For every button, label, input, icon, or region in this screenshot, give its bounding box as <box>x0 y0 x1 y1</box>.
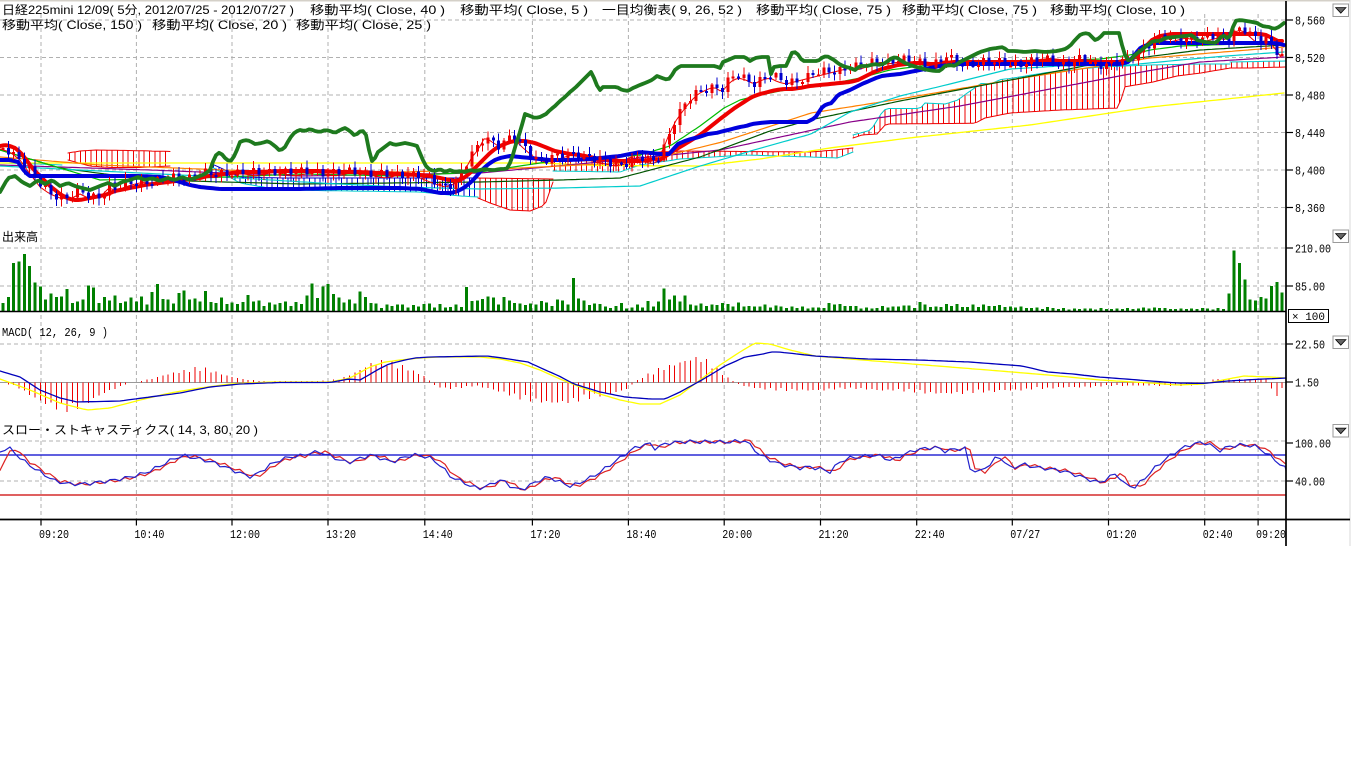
svg-text:18:40: 18:40 <box>626 528 656 542</box>
svg-text:8,520: 8,520 <box>1295 52 1325 66</box>
svg-text:移動平均( Close, 40 ): 移動平均( Close, 40 ) <box>310 3 445 17</box>
svg-text:移動平均( Close, 10 ): 移動平均( Close, 10 ) <box>1050 3 1185 17</box>
svg-text:10:40: 10:40 <box>134 528 164 542</box>
svg-text:07/27: 07/27 <box>1010 528 1040 542</box>
svg-text:移動平均( Close, 5 ): 移動平均( Close, 5 ) <box>460 3 588 17</box>
svg-text:8,400: 8,400 <box>1295 165 1325 179</box>
svg-text:02:40: 02:40 <box>1203 528 1233 542</box>
svg-text:MACD( 12, 26, 9 ): MACD( 12, 26, 9 ) <box>2 326 108 340</box>
svg-text:出来高: 出来高 <box>2 229 38 244</box>
svg-text:移動平均( Close, 25 ): 移動平均( Close, 25 ) <box>296 18 431 32</box>
svg-text:× 100: × 100 <box>1292 312 1325 324</box>
svg-text:85.00: 85.00 <box>1295 281 1325 295</box>
svg-text:スロー・ストキャスティクス( 14, 3, 80, 20 ): スロー・ストキャスティクス( 14, 3, 80, 20 ) <box>2 423 258 437</box>
svg-text:移動平均( Close, 75 ): 移動平均( Close, 75 ) <box>756 3 891 17</box>
svg-text:8,480: 8,480 <box>1295 90 1325 104</box>
svg-text:14:40: 14:40 <box>423 528 453 542</box>
svg-text:22:40: 22:40 <box>915 528 945 542</box>
svg-text:210.00: 210.00 <box>1295 243 1331 257</box>
svg-text:100.00: 100.00 <box>1295 438 1331 452</box>
svg-text:21:20: 21:20 <box>819 528 849 542</box>
svg-text:12:00: 12:00 <box>230 528 260 542</box>
svg-text:8,360: 8,360 <box>1295 202 1325 216</box>
svg-text:20:00: 20:00 <box>722 528 752 542</box>
svg-text:移動平均( Close, 75 ): 移動平均( Close, 75 ) <box>902 3 1037 17</box>
svg-text:日経225mini 12/09( 5分, 2012/07/2: 日経225mini 12/09( 5分, 2012/07/25 - 2012/0… <box>2 3 294 17</box>
svg-text:1.50: 1.50 <box>1295 377 1319 391</box>
svg-text:09:20: 09:20 <box>39 528 69 542</box>
svg-text:移動平均( Close, 20 ): 移動平均( Close, 20 ) <box>152 18 287 32</box>
svg-text:移動平均( Close, 150 ): 移動平均( Close, 150 ) <box>2 18 142 32</box>
svg-text:01:20: 01:20 <box>1107 528 1137 542</box>
svg-text:13:20: 13:20 <box>326 528 356 542</box>
svg-text:40.00: 40.00 <box>1295 476 1325 490</box>
svg-text:8,560: 8,560 <box>1295 15 1325 29</box>
svg-text:22.50: 22.50 <box>1295 339 1325 353</box>
svg-text:8,440: 8,440 <box>1295 127 1325 141</box>
svg-text:17:20: 17:20 <box>530 528 560 542</box>
svg-text:09:20: 09:20 <box>1256 528 1286 542</box>
svg-text:一目均衡表( 9, 26, 52 ): 一目均衡表( 9, 26, 52 ) <box>602 3 742 17</box>
